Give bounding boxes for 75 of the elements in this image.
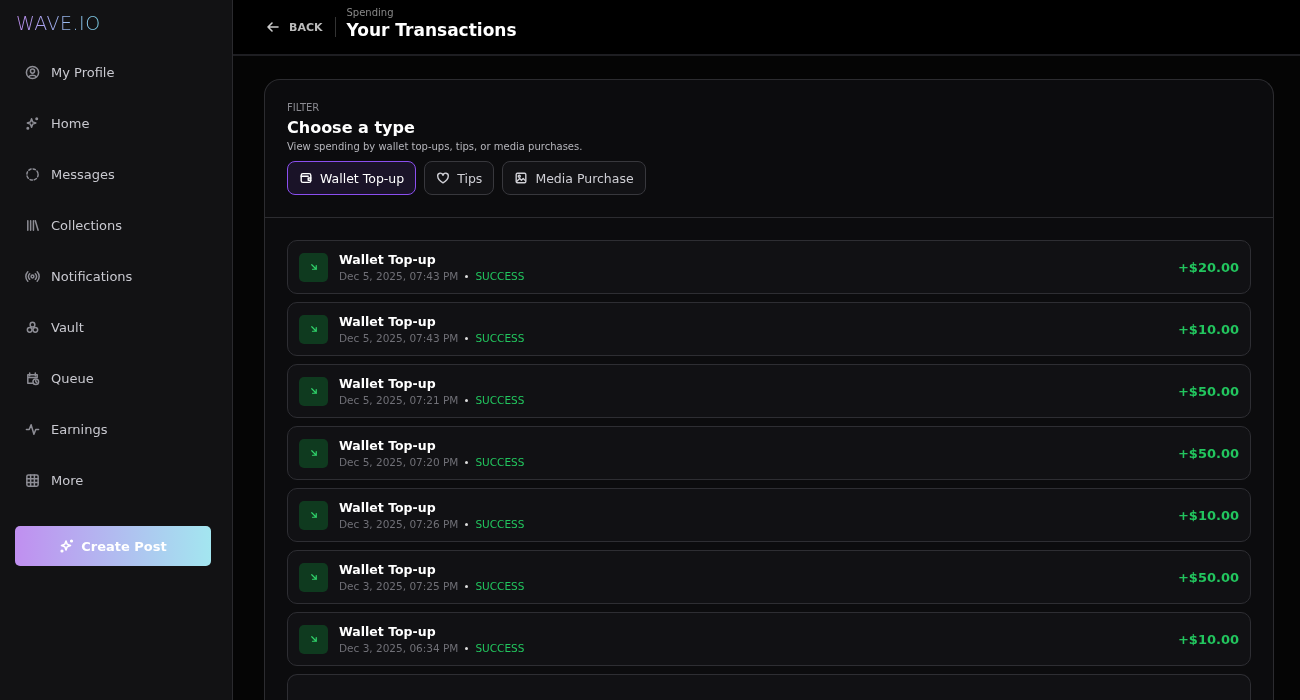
back-arrow-icon (265, 19, 281, 35)
transaction-title: Wallet Top-up (339, 562, 437, 577)
transaction-date: Dec 5, 2025, 07:21 PM (339, 394, 459, 406)
page-title: Your Transactions (346, 19, 517, 40)
dot-separator (465, 398, 469, 402)
library-icon (25, 218, 40, 233)
dot-separator (465, 460, 469, 464)
status-text: SUCCESS (475, 270, 525, 282)
transaction-date: Dec 5, 2025, 07:43 PM (339, 332, 459, 344)
dashed-circle-icon (25, 167, 40, 182)
pulse-icon (25, 422, 40, 437)
nav-item[interactable]: Queue (15, 353, 94, 404)
transaction-row[interactable]: Wallet Top-up Dec 5, 2025, 07:21 PM SUCCESS +$50.00 (287, 364, 1251, 418)
transaction-date: Dec 5, 2025, 07:20 PM (339, 456, 459, 468)
status-text: SUCCESS (475, 642, 525, 654)
status-text: SUCCESS (475, 580, 525, 592)
heart-icon (436, 171, 451, 185)
filter-chip[interactable]: Tips (424, 161, 495, 195)
transaction-title: Wallet Top-up (339, 252, 437, 267)
filter-description: View spending by wallet top-ups, tips, or media purchases. (287, 141, 584, 152)
filter-title: Choose a type (287, 118, 416, 137)
transaction-row[interactable]: Wallet Top-up Dec 3, 2025, 06:34 PM SUCCESS +$10.00 (287, 612, 1251, 666)
transaction-title: Wallet Top-up (339, 376, 437, 391)
transaction-title: Wallet Top-up (339, 314, 437, 329)
nav-item[interactable]: My Profile (15, 47, 115, 98)
broadcast-icon (25, 269, 40, 284)
grid-icon (25, 473, 40, 488)
dot-separator (465, 522, 469, 526)
circles-icon (25, 320, 40, 335)
dot-separator (465, 584, 469, 588)
transaction-amount: +$10.00 (1177, 507, 1239, 523)
nav-item[interactable]: Home (15, 98, 90, 149)
nav-item[interactable]: Earnings (15, 404, 108, 455)
transaction-amount: +$20.00 (1177, 259, 1239, 275)
transaction-amount: +$50.00 (1177, 383, 1239, 399)
transaction-date: Dec 3, 2025, 07:25 PM (339, 580, 459, 592)
dot-separator (465, 274, 469, 278)
transaction-date: Dec 3, 2025, 06:34 PM (339, 642, 459, 654)
status-text: SUCCESS (475, 332, 525, 344)
transaction-title: Wallet Top-up (339, 624, 437, 639)
transaction-amount: +$50.00 (1177, 569, 1239, 585)
filter-chip[interactable]: Media Purchase (502, 161, 646, 195)
transaction-date: Dec 3, 2025, 07:26 PM (339, 518, 459, 530)
transaction-amount: +$50.00 (1177, 445, 1239, 461)
transaction-amount: +$10.00 (1177, 631, 1239, 647)
nav-item[interactable]: Collections (15, 200, 123, 251)
wallet-icon (299, 171, 313, 185)
back-link[interactable]: BACK (265, 19, 323, 35)
transaction-title: Wallet Top-up (339, 438, 437, 453)
transaction-row[interactable]: Wallet Top-up Dec 3, 2025, 07:26 PM SUCCESS +$10.00 (287, 488, 1251, 542)
filter-chip[interactable]: Wallet Top-up (287, 161, 417, 195)
profile-icon (25, 65, 40, 80)
page-overline: Spending (346, 6, 395, 18)
transaction-title: Wallet Top-up (339, 500, 437, 515)
sparkle-icon (59, 538, 76, 554)
transaction-row[interactable] (287, 674, 1251, 700)
nav-item[interactable]: Messages (15, 149, 115, 200)
image-icon (514, 171, 529, 185)
transaction-amount: +$10.00 (1177, 321, 1239, 337)
dot-separator (465, 336, 469, 340)
nav-item[interactable]: More (15, 455, 84, 506)
transaction-row[interactable]: Wallet Top-up Dec 5, 2025, 07:43 PM SUCCESS +$10.00 (287, 302, 1251, 356)
nav-item[interactable]: Vault (15, 302, 84, 353)
transaction-row[interactable]: Wallet Top-up Dec 3, 2025, 07:25 PM SUCCESS +$50.00 (287, 550, 1251, 604)
filter-label: FILTER (287, 102, 321, 113)
dot-separator (465, 646, 469, 650)
status-text: SUCCESS (475, 518, 525, 530)
transaction-row[interactable]: Wallet Top-up Dec 5, 2025, 07:43 PM SUCCESS +$20.00 (287, 240, 1251, 294)
transaction-row[interactable]: Wallet Top-up Dec 5, 2025, 07:20 PM SUCCESS +$50.00 (287, 426, 1251, 480)
status-text: SUCCESS (475, 394, 525, 406)
nav-item[interactable]: Notifications (15, 251, 133, 302)
calendar-clock-icon (25, 371, 40, 386)
transaction-date: Dec 5, 2025, 07:43 PM (339, 270, 459, 282)
status-text: SUCCESS (475, 456, 525, 468)
sparkle-icon (25, 116, 40, 131)
